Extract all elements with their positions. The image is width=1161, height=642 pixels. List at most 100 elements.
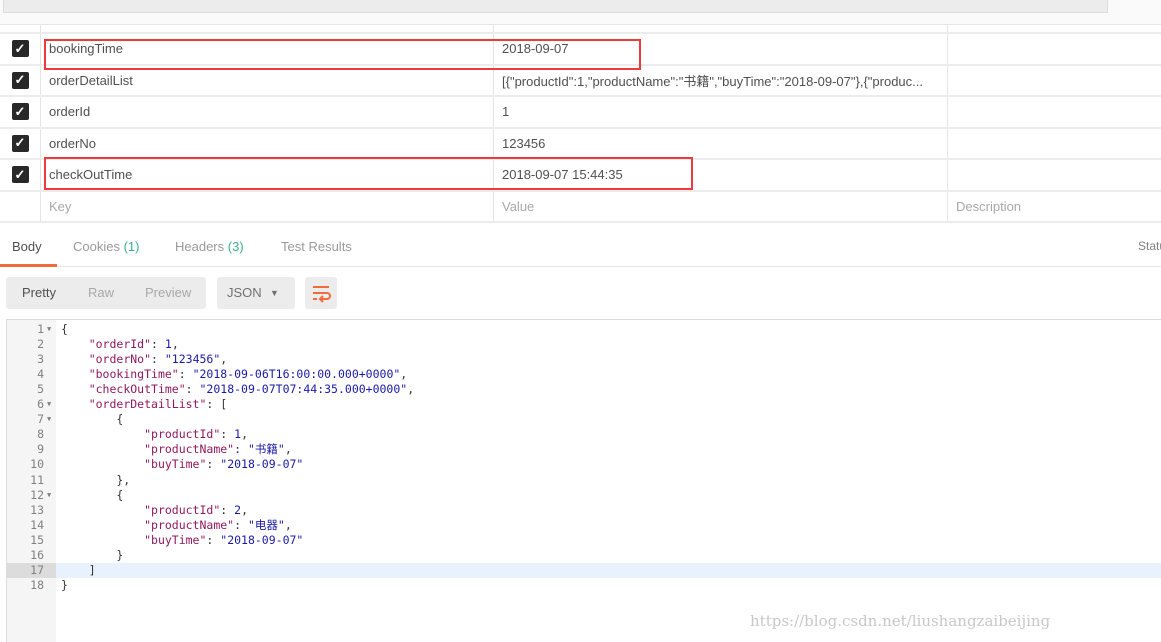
highlight-box-bookingtime xyxy=(44,39,641,70)
wrap-lines-button[interactable] xyxy=(305,277,337,309)
param-description[interactable] xyxy=(947,65,1161,95)
param-checkbox[interactable]: ✓ xyxy=(0,160,40,190)
line-number: 17 xyxy=(7,562,56,578)
response-tabs: Body Cookies (1) Headers (3) Test Result… xyxy=(0,230,1161,267)
line-number: 8 xyxy=(37,427,44,442)
code-line: 9 "productName": "书籍", xyxy=(7,442,1161,457)
code-text: { xyxy=(61,488,123,503)
param-checkbox[interactable]: ✓ xyxy=(0,34,40,64)
line-number: 16 xyxy=(30,547,44,562)
code-token: { xyxy=(61,487,124,502)
code-token: "2018-09-07" xyxy=(220,532,304,547)
code-token: "productName" xyxy=(144,517,235,532)
param-description[interactable] xyxy=(947,97,1161,127)
code-token: , xyxy=(400,367,408,382)
fold-arrow-icon[interactable]: ▼ xyxy=(47,322,51,337)
fold-arrow-icon[interactable]: ▼ xyxy=(47,488,51,503)
tab-label: Cookies xyxy=(73,239,120,254)
line-number: 18 xyxy=(30,577,44,592)
code-line: 10 "buyTime": "2018-09-07" xyxy=(7,457,1161,472)
code-token: , xyxy=(171,337,179,352)
param-description[interactable] xyxy=(947,128,1161,158)
param-key[interactable]: orderId xyxy=(40,97,493,127)
tab-test-results[interactable]: Test Results xyxy=(281,239,352,254)
param-row: ✓ orderNo 123456 xyxy=(0,128,1161,160)
header-value xyxy=(493,25,947,32)
header-description xyxy=(947,25,1161,32)
code-token: "123456" xyxy=(164,352,221,367)
code-token: "orderDetailList" xyxy=(88,397,207,412)
code-text: "orderDetailList": [ xyxy=(61,397,227,412)
code-text: "orderId": 1, xyxy=(61,337,179,352)
fold-arrow-icon[interactable]: ▼ xyxy=(47,412,51,427)
tab-headers[interactable]: Headers (3) xyxy=(175,239,244,254)
key-placeholder[interactable]: Key xyxy=(40,191,493,221)
code-text: } xyxy=(61,578,68,593)
code-line: 2 "orderId": 1, xyxy=(7,337,1161,352)
line-number: 3 xyxy=(37,352,44,367)
tab-body[interactable]: Body xyxy=(12,239,42,254)
code-line: 17 ] xyxy=(7,562,1161,578)
pretty-button[interactable]: Pretty xyxy=(22,285,56,300)
code-token: , xyxy=(284,442,292,457)
code-token: "buyTime" xyxy=(144,532,207,547)
empty-check xyxy=(0,192,40,222)
line-number: 9 xyxy=(37,442,44,457)
code-line: 3 "orderNo": "123456", xyxy=(7,352,1161,367)
code-line: 4 "bookingTime": "2018-09-06T16:00:00.00… xyxy=(7,367,1161,382)
new-param-row: Key Value Description xyxy=(0,191,1161,223)
param-description[interactable] xyxy=(947,34,1161,64)
code-text: }, xyxy=(61,473,130,488)
param-checkbox[interactable]: ✓ xyxy=(0,66,40,96)
raw-button[interactable]: Raw xyxy=(88,285,114,300)
fold-arrow-icon[interactable]: ▼ xyxy=(47,397,51,412)
checkmark-icon: ✓ xyxy=(11,103,29,121)
tab-cookies[interactable]: Cookies (1) xyxy=(73,239,139,254)
url-input[interactable] xyxy=(3,0,1108,13)
param-checkbox[interactable]: ✓ xyxy=(0,129,40,159)
code-text: "productName": "电器", xyxy=(61,518,292,533)
code-token: "bookingTime" xyxy=(88,367,179,382)
format-dropdown[interactable]: JSON ▼ xyxy=(217,277,295,309)
param-description[interactable] xyxy=(947,160,1161,190)
param-checkbox[interactable]: ✓ xyxy=(0,97,40,127)
param-row: ✓ orderDetailList [{"productId":1,"produ… xyxy=(0,65,1161,97)
code-line: 18} xyxy=(7,578,1161,593)
response-body-editor[interactable]: 1 ▼{2 "orderId": 1, 3 "orderNo": "123456",… xyxy=(6,319,1161,642)
code-token: : xyxy=(234,517,248,532)
description-placeholder[interactable]: Description xyxy=(947,191,1161,221)
preview-button[interactable]: Preview xyxy=(145,285,191,300)
code-line: 13 "productId": 2, xyxy=(7,503,1161,518)
param-value[interactable]: 123456 xyxy=(493,128,947,158)
code-token: "checkOutTime" xyxy=(88,382,186,397)
code-token: : xyxy=(151,337,165,352)
code-line: 12 ▼ { xyxy=(7,488,1161,503)
tab-label: Headers xyxy=(175,239,225,254)
code-text: ] xyxy=(61,563,96,578)
param-key[interactable]: orderNo xyxy=(40,128,493,158)
code-token: "2018-09-06T16:00:00.000+0000" xyxy=(192,367,401,382)
code-text: "orderNo": "123456", xyxy=(61,352,228,367)
code-text: "productId": 1, xyxy=(61,427,248,442)
param-value[interactable]: 1 xyxy=(493,97,947,127)
line-number: 14 xyxy=(30,517,44,532)
code-token: , xyxy=(241,427,248,442)
watermark: https://blog.csdn.net/liushangzaibeijing xyxy=(750,612,1051,630)
line-number: 10 xyxy=(30,457,44,472)
value-placeholder[interactable]: Value xyxy=(493,191,947,221)
checkmark-icon: ✓ xyxy=(11,134,29,152)
checkmark-icon: ✓ xyxy=(11,166,29,184)
param-row: ✓ orderId 1 xyxy=(0,97,1161,129)
code-token: "productName" xyxy=(144,442,235,457)
line-number: 2 xyxy=(37,337,44,352)
code-token: "2018-09-07T07:44:35.000+0000" xyxy=(199,382,408,397)
line-number: 4 xyxy=(37,367,44,382)
status-label: Statu xyxy=(1138,239,1161,253)
code-token: "orderNo" xyxy=(88,352,152,367)
